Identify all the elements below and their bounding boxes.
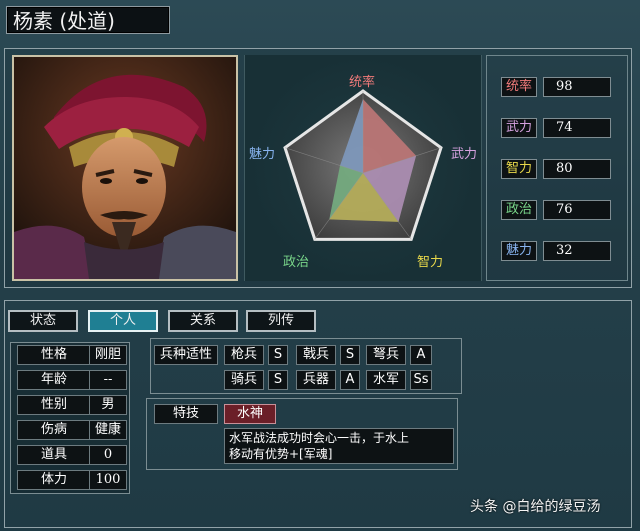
aptitude-unit-crossbow: 弩兵 — [366, 345, 406, 365]
info-value-stamina: 100 — [89, 470, 127, 490]
radar-label-politics: 政治 — [283, 255, 310, 270]
aptitude-unit-navy: 水军 — [366, 370, 406, 390]
info-value-injury: 健康 — [89, 420, 127, 440]
skill-description-line2: 移动有优势+[军魂] — [229, 447, 333, 461]
aptitude-unit-cavalry: 骑兵 — [224, 370, 264, 390]
info-label-age: 年龄 — [17, 370, 91, 390]
info-label-gender: 性别 — [17, 395, 91, 415]
info-label-personality: 性格 — [17, 345, 91, 365]
aptitude-grade-crossbow: A — [410, 345, 432, 365]
aptitude-grade-cavalry: S — [268, 370, 288, 390]
aptitude-grade-halberd: S — [340, 345, 360, 365]
aptitude-grade-siege: A — [340, 370, 360, 390]
skill-description: 水军战法成功时会心一击，于水上 移动有优势+[军魂] — [224, 428, 454, 464]
stat-value-politics: 76 — [543, 200, 611, 220]
info-label-injury: 伤病 — [17, 420, 91, 440]
tab-relations[interactable]: 关系 — [168, 310, 238, 332]
skill-description-line1: 水军战法成功时会心一击，于水上 — [229, 431, 410, 445]
aptitude-unit-siege: 兵器 — [296, 370, 336, 390]
personal-info-panel: 性格 刚胆 年龄 -- 性别 男 伤病 健康 道具 0 体力 100 — [10, 342, 130, 494]
attribute-values-panel: 统率 98 武力 74 智力 80 政治 76 魅力 32 — [486, 55, 628, 281]
tab-personal[interactable]: 个人 — [88, 310, 158, 332]
info-label-items: 道具 — [17, 445, 91, 465]
aptitude-title: 兵种适性 — [154, 345, 218, 365]
aptitude-grade-spear: S — [268, 345, 288, 365]
tab-status[interactable]: 状态 — [8, 310, 78, 332]
radar-label-war: 武力 — [451, 147, 478, 162]
aptitude-unit-halberd: 戟兵 — [296, 345, 336, 365]
skill-title: 特技 — [154, 404, 218, 424]
stat-value-war: 74 — [543, 118, 611, 138]
stat-value-intelligence: 80 — [543, 159, 611, 179]
radar-label-intelligence: 智力 — [417, 255, 444, 270]
stat-value-charm: 32 — [543, 241, 611, 261]
radar-label-command: 统率 — [349, 75, 376, 90]
general-name-box: 杨素 (处道) — [6, 6, 170, 34]
stat-value-command: 98 — [543, 77, 611, 97]
info-value-gender: 男 — [89, 395, 127, 415]
stat-label-charm: 魅力 — [501, 241, 537, 261]
info-value-personality: 刚胆 — [89, 345, 127, 365]
aptitude-grade-navy: Ss — [410, 370, 432, 390]
stat-label-command: 统率 — [501, 77, 537, 97]
portrait-image — [14, 57, 236, 279]
general-name: 杨素 (处道) — [13, 9, 115, 33]
general-portrait — [12, 55, 238, 281]
stat-label-intelligence: 智力 — [501, 159, 537, 179]
tab-biography[interactable]: 列传 — [246, 310, 316, 332]
stat-label-war: 武力 — [501, 118, 537, 138]
info-value-items: 0 — [89, 445, 127, 465]
info-label-stamina: 体力 — [17, 470, 91, 490]
radar-label-charm: 魅力 — [249, 147, 276, 162]
info-value-age: -- — [89, 370, 127, 390]
skill-name[interactable]: 水神 — [224, 404, 276, 424]
watermark-text: 头条 @白给的绿豆汤 — [470, 499, 601, 515]
aptitude-unit-spear: 枪兵 — [224, 345, 264, 365]
attribute-radar-chart: 统率 武力 智力 政治 魅力 — [244, 55, 482, 281]
stat-label-politics: 政治 — [501, 200, 537, 220]
